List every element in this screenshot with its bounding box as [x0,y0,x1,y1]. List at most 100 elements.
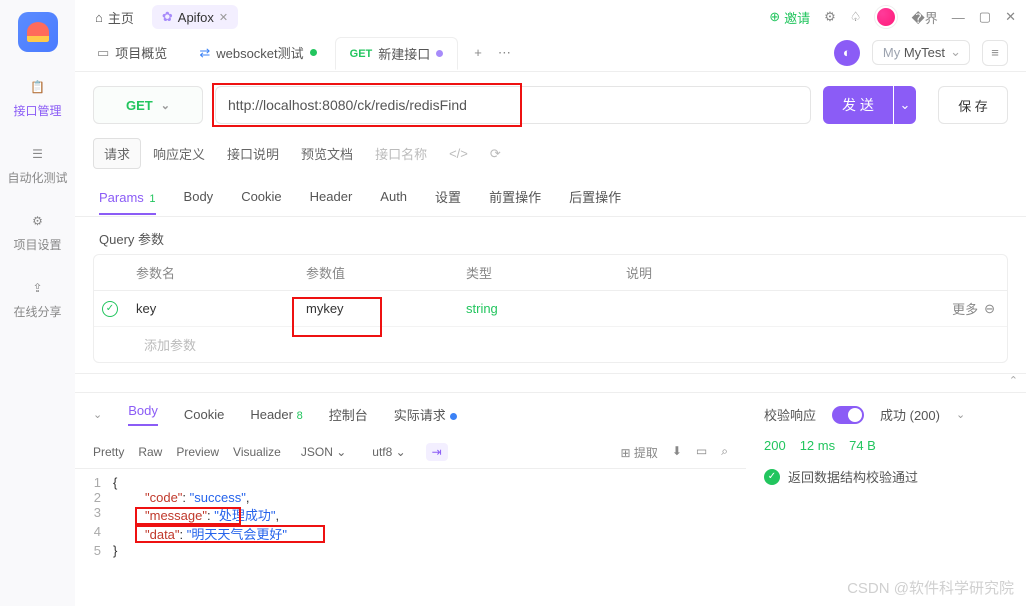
tab-preview-doc[interactable]: 预览文档 [291,139,363,168]
send-dropdown[interactable]: ⌄ [894,86,916,124]
sidebar: 📋 接口管理 ☰ 自动化测试 ⚙ 项目设置 ⇪ 在线分享 [0,0,75,606]
extract-button[interactable]: ⊞ 提取 [620,444,657,461]
method-select[interactable]: GET ⌄ [93,86,203,124]
tab-cookie[interactable]: Cookie [241,189,281,204]
status-dot [450,413,457,420]
view-pretty[interactable]: Pretty [93,445,124,459]
tab-api-desc[interactable]: 接口说明 [217,139,289,168]
col-value: 参数值 [296,263,456,282]
tab-resp-body[interactable]: Body [128,403,158,426]
more-tabs-button[interactable]: ⋯ [498,45,511,61]
save-button[interactable]: 保 存 [938,86,1008,124]
api-name-input[interactable]: 接口名称 [365,139,437,168]
send-button[interactable]: 发 送 [823,86,893,124]
tab-resp-cookie[interactable]: Cookie [184,407,224,422]
sidebar-item-share[interactable]: ⇪ 在线分享 [13,277,61,320]
ws-icon: ⇄ [199,45,210,61]
param-count: 1 [149,193,155,205]
tab-auth[interactable]: Auth [380,189,407,204]
copy-icon[interactable]: ▭ [696,444,707,461]
workspace-dropdown[interactable]: My MyTest MyTest [872,40,970,65]
add-tab-button[interactable]: + [462,45,494,60]
sidebar-item-api[interactable]: 📋 接口管理 [13,76,61,119]
query-title: Query 参数 [75,217,1026,254]
save-label: 保 存 [958,96,988,115]
param-value: mykey [306,301,344,316]
gear-icon[interactable]: ⚙ [824,9,836,25]
bell-icon[interactable]: ♤ [850,9,862,25]
sidebar-item-label: 项目设置 [13,236,61,253]
ws-prefix: My [883,45,900,60]
format-select[interactable]: JSON ⌄ [295,442,352,462]
method-label: GET [126,98,153,113]
tab-settings[interactable]: 设置 [435,187,461,206]
param-tabs: Params 1 Body Cookie Header Auth 设置 前置操作… [75,177,1026,217]
maximize-icon[interactable]: ▢ [979,9,991,25]
col-desc: 说明 [616,263,937,282]
tab-request[interactable]: 请求 [93,138,141,169]
app-tab[interactable]: ✿ Apifox ✕ [152,5,238,29]
tab-console[interactable]: 控制台 [329,405,368,424]
minimize-icon[interactable]: — [952,10,965,25]
url-input[interactable]: http://localhost:8080/ck/redis/redisFind [215,86,811,124]
app-logo [18,12,58,52]
tab-post[interactable]: 后置操作 [569,187,621,206]
tab-response-def[interactable]: 响应定义 [143,139,215,168]
home-tab[interactable]: ⌂ 主页 [85,4,144,31]
sidebar-item-settings[interactable]: ⚙ 项目设置 [13,210,61,253]
tab-label: 新建接口 [378,44,430,63]
download-icon[interactable]: ⬇ [672,444,682,461]
tab-label: 项目概览 [115,43,167,62]
tab-actual-request[interactable]: 实际请求 [394,405,457,424]
test-icon: ☰ [26,143,48,165]
tab-label: websocket测试 [216,43,303,62]
col-name: 参数名 [126,263,296,282]
avatar[interactable] [875,6,897,28]
request-tabs: ▭ 项目概览 ⇄ websocket测试 GET 新建接口 + ⋯ ◐ My M… [75,34,1026,72]
format-button[interactable]: ⇥ [426,443,448,461]
tab-body[interactable]: Body [184,189,214,204]
row-check[interactable]: ✓ [102,301,118,317]
close-window-icon[interactable]: ✕ [1005,9,1016,25]
add-param-button[interactable]: 添加参数 [94,327,1007,362]
search-icon[interactable]: ⌕ [721,444,728,461]
param-type-select[interactable]: string [456,301,616,316]
view-visualize[interactable]: Visualize [233,445,281,459]
sidebar-item-test[interactable]: ☰ 自动化测试 [7,143,67,186]
row-actions[interactable]: 更多 ⊖ [937,299,1007,318]
collapse-bar[interactable]: ⌃ [75,373,1026,393]
tab-resp-header[interactable]: Header 8 [250,407,302,422]
unsaved-dot [436,50,443,57]
invite-button[interactable]: ⊕ 邀请 [769,8,810,27]
view-preview[interactable]: Preview [176,445,219,459]
tab-new-request[interactable]: GET 新建接口 [335,37,459,70]
response-body: 1{ 2"code": "success", 3"message": "处理成功… [75,469,746,564]
tab-pre[interactable]: 前置操作 [489,187,541,206]
validate-toggle[interactable] [832,406,864,424]
tab-overview[interactable]: ▭ 项目概览 [83,37,181,68]
refresh-icon[interactable]: ⟳ [480,141,511,167]
view-raw[interactable]: Raw [138,445,162,459]
close-icon[interactable]: ✕ [219,11,228,24]
encoding-select[interactable]: utf8 ⌄ [366,442,411,462]
gear-icon: ✿ [162,9,173,25]
watermark: CSDN @软件科学研究院 [847,577,1014,598]
param-name-input[interactable]: key [126,301,296,316]
invite-label: 邀请 [784,8,810,27]
minus-icon[interactable]: ⊖ [984,301,995,317]
env-button[interactable]: ◐ [834,40,860,66]
overview-icon: ▭ [97,45,109,61]
ws-display: MyTest [904,45,945,60]
chevron-down-icon[interactable]: ⌄ [956,408,965,421]
sidebar-item-label: 接口管理 [13,102,61,119]
method-badge: GET [350,48,373,60]
tab-header[interactable]: Header [310,189,353,204]
query-table: 参数名 参数值 类型 说明 ✓ key mykey string 更多 ⊖ 添加… [93,254,1008,363]
chevron-icon[interactable]: ⌄ [93,408,102,421]
pin-icon[interactable]: �界 [911,8,937,27]
status-text: 成功 (200) [880,405,940,424]
tab-params[interactable]: Params 1 [99,190,156,215]
menu-button[interactable]: ≡ [982,40,1008,66]
param-value-input[interactable]: mykey [296,301,456,316]
tab-websocket[interactable]: ⇄ websocket测试 [185,37,330,68]
